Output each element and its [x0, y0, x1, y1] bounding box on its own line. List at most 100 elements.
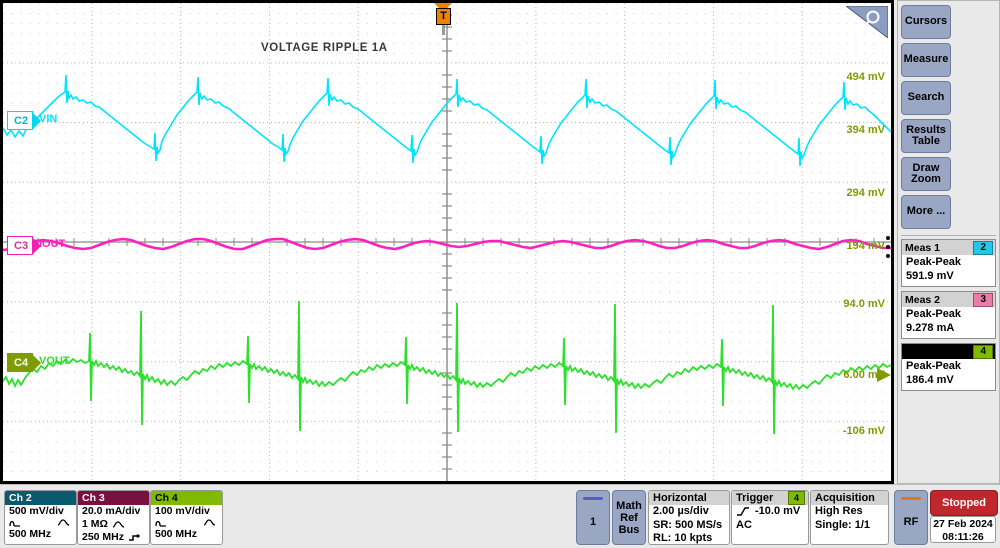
ch2-settings-title: Ch 2: [5, 491, 76, 505]
ch3-settings-title: Ch 3: [78, 491, 149, 505]
measurement-type: Peak-Peak: [906, 360, 962, 372]
vin-label: VIN: [39, 113, 58, 125]
measure-button[interactable]: Measure: [901, 43, 951, 77]
measurement-card[interactable]: Meas 1 2 Peak-Peak 591.9 mV: [901, 239, 996, 287]
ch3-settings-card[interactable]: Ch 3 20.0 mA/div 1 MΩ 250 MHz: [77, 490, 150, 545]
ch3-bandwidth-row: 250 MHz: [78, 531, 149, 544]
cursors-button[interactable]: Cursors: [901, 5, 951, 39]
voltage-label: 494 mV: [846, 71, 885, 83]
rf-accent: [901, 497, 921, 500]
horizontal-title-text: Horizontal: [653, 492, 707, 504]
graticule-grid: [3, 3, 891, 481]
waveform-icon: [203, 519, 216, 526]
horizontal-record-length: RL: 10 kpts: [653, 532, 713, 544]
acquisition-single: Single: 1/1: [815, 518, 871, 531]
horizontal-sample-rate: SR: 500 MS/s: [653, 518, 723, 531]
results-table-button[interactable]: Results Table: [901, 119, 951, 153]
time-text: 08:11:26: [942, 531, 984, 543]
ch2-marker[interactable]: C2: [7, 111, 41, 130]
measurement-card[interactable]: Meas 2 3 Peak-Peak 9.278 mA: [901, 291, 996, 339]
ch4-scale: 100 mV/div: [155, 505, 210, 517]
voltage-label: -106 mV: [842, 425, 885, 437]
ac-coupling-icon: [155, 520, 166, 527]
ch2-marker-label: C2: [14, 115, 29, 127]
waveform-icon: [112, 520, 125, 528]
sidebar-button-grid: Cursors Measure Search Results Table Dra…: [898, 1, 999, 233]
ch3-impedance: 1 MΩ: [82, 518, 108, 530]
voltage-label: 294 mV: [846, 187, 885, 199]
voltage-label: 194 mV: [846, 240, 885, 252]
measurement-type: Peak-Peak: [906, 256, 962, 268]
acquisition-title-text: Acquisition: [815, 492, 875, 504]
datetime-display: 27 Feb 2024 08:11:26: [930, 516, 996, 543]
measurement-source-badge: 2: [973, 240, 993, 255]
ch4-bandwidth: 500 MHz: [155, 528, 198, 540]
rf-label: RF: [903, 515, 919, 528]
run-stop-status[interactable]: Stopped: [930, 490, 998, 516]
math-label: Math: [616, 499, 642, 512]
probe-icon: [129, 533, 140, 541]
panel-resize-handle[interactable]: [886, 236, 891, 263]
ch3-marker[interactable]: C3: [7, 236, 41, 255]
horizontal-scale: 2.00 µs/div: [653, 505, 709, 517]
measurement-card-header: 4: [902, 344, 995, 359]
graticule-area[interactable]: VOLTAGE RIPPLE 1A C2 VIN C3 IOUT C4 VOUT…: [3, 3, 891, 481]
ac-coupling-icon: [9, 520, 20, 527]
measurement-body: Peak-Peak 591.9 mV: [902, 255, 995, 286]
ch4-marker[interactable]: C4: [7, 353, 41, 372]
measurement-card-header: Meas 1 2: [902, 240, 995, 255]
acquisition-title: Acquisition: [811, 491, 888, 505]
ch2-bandwidth: 500 MHz: [9, 528, 52, 540]
measurement-source-badge: 3: [973, 292, 993, 307]
right-sidebar: Cursors Measure Search Results Table Dra…: [897, 0, 1000, 484]
ch2-settings-card[interactable]: Ch 2 500 mV/div 500 MHz: [4, 490, 77, 545]
waveform-icon: [57, 519, 70, 526]
ch3-bandwidth: 250 MHz: [82, 531, 125, 543]
measurement-body: Peak-Peak 186.4 mV: [902, 359, 995, 390]
bottom-status-bar: Ch 2 500 mV/div 500 MHz Ch 3 20.0 mA/div…: [0, 484, 1000, 548]
draw-zoom-button[interactable]: Draw Zoom: [901, 157, 951, 191]
ch4-settings-title: Ch 4: [151, 491, 222, 505]
measurement-body: Peak-Peak 9.278 mA: [902, 307, 995, 338]
ref-label: Ref: [620, 511, 638, 524]
waveform-display[interactable]: VOLTAGE RIPPLE 1A C2 VIN C3 IOUT C4 VOUT…: [0, 0, 894, 484]
sidebar-divider: [901, 235, 996, 236]
ch4-marker-label: C4: [14, 357, 29, 369]
measurement-value: 9.278 mA: [906, 321, 955, 334]
measurement-type: Peak-Peak: [906, 308, 962, 320]
trigger-level-row: -10.0 mV: [732, 505, 808, 519]
math-ref-bus-button[interactable]: Math Ref Bus: [612, 490, 646, 545]
trigger-marker-label: T: [436, 8, 451, 25]
trigger-title-text: Trigger: [736, 492, 774, 504]
rf-button[interactable]: RF: [894, 490, 928, 545]
measurement-title: Meas 2: [905, 293, 941, 306]
trigger-settings-card[interactable]: Trigger 4 -10.0 mV AC: [731, 490, 809, 545]
measurement-card-header: Meas 2 3: [902, 292, 995, 307]
voltage-label: 6.00 mV: [843, 369, 885, 381]
ch3-scale: 20.0 mA/div: [82, 505, 141, 517]
vout-label: VOUT: [39, 355, 70, 367]
trigger-level: -10.0 mV: [755, 505, 801, 517]
measurement-card[interactable]: 4 Peak-Peak 186.4 mV: [901, 343, 996, 391]
measurement-source-badge: 4: [973, 344, 993, 359]
voltage-label: 394 mV: [846, 124, 885, 136]
ch4-coupling-row: [151, 518, 222, 528]
more-button[interactable]: More ...: [901, 195, 951, 229]
acquisition-mode: High Res: [815, 505, 863, 517]
horizontal-title: Horizontal: [649, 491, 729, 505]
acquisition-settings-card[interactable]: Acquisition High Res Single: 1/1: [810, 490, 889, 545]
measurement-value: 186.4 mV: [906, 373, 954, 386]
ch4-settings-card[interactable]: Ch 4 100 mV/div 500 MHz: [150, 490, 223, 545]
horizontal-settings-card[interactable]: Horizontal 2.00 µs/div SR: 500 MS/s RL: …: [648, 490, 730, 545]
oscilloscope-screen: VOLTAGE RIPPLE 1A C2 VIN C3 IOUT C4 VOUT…: [0, 0, 1000, 548]
trigger-marker-stem: [442, 25, 445, 35]
ch2-scale: 500 mV/div: [9, 505, 64, 517]
zoom-corner-button[interactable]: [844, 5, 889, 40]
trigger-coupling: AC: [736, 518, 752, 531]
channel-1-button[interactable]: 1: [576, 490, 610, 545]
search-button[interactable]: Search: [901, 81, 951, 115]
date-text: 27 Feb 2024: [933, 518, 993, 530]
bus-label: Bus: [618, 523, 640, 536]
ch2-coupling-row: [5, 518, 76, 528]
channel-1-label: 1: [589, 515, 597, 528]
